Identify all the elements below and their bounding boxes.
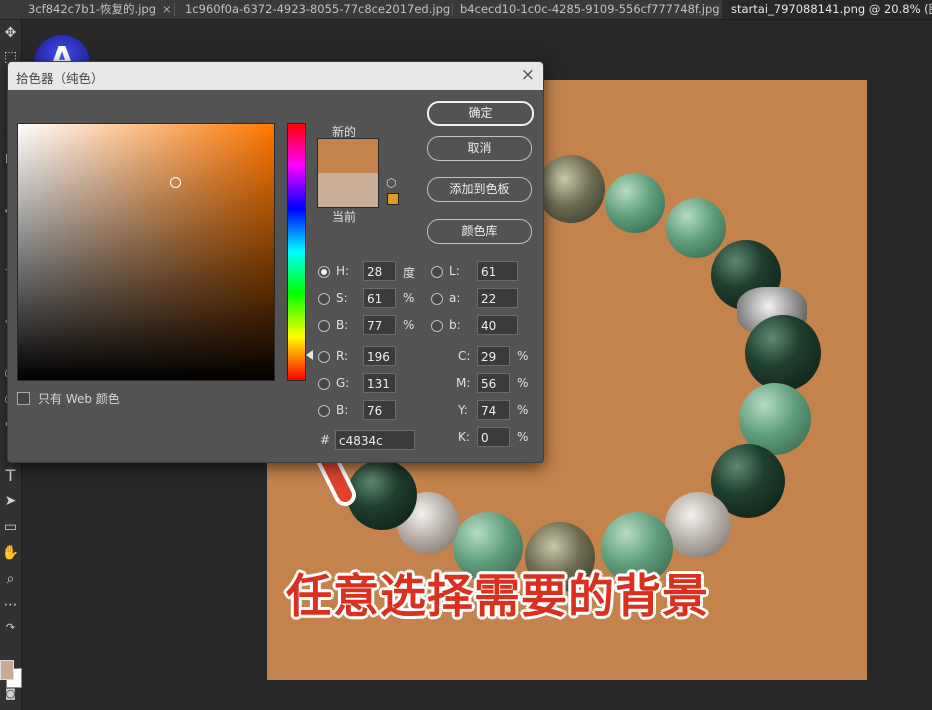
k-input[interactable]: 0: [477, 427, 510, 447]
hue-slider-handle-icon[interactable]: [306, 350, 313, 360]
h-label: H:: [336, 264, 350, 278]
radio-s[interactable]: [318, 293, 330, 305]
color-picker-dialog: 拾色器（纯色） × 只有 Web 颜色 新的 当前 ⬡ 确定 取消 添加到色板 …: [7, 61, 544, 463]
ok-button[interactable]: 确定: [427, 101, 534, 126]
a-label: a:: [449, 291, 461, 305]
rgb-b-label: B:: [336, 403, 349, 417]
lab-b-label: b:: [449, 318, 461, 332]
b-input[interactable]: 77: [363, 315, 396, 335]
rgb-b-input[interactable]: 76: [363, 400, 396, 420]
web-only-label: 只有 Web 颜色: [38, 392, 120, 406]
dialog-title: 拾色器（纯色）: [16, 71, 104, 86]
add-to-swatches-button[interactable]: 添加到色板: [427, 177, 532, 202]
a-input[interactable]: 22: [477, 288, 518, 308]
hex-input[interactable]: c4834c: [335, 430, 415, 450]
g-label: G:: [336, 376, 350, 390]
hue-slider[interactable]: [287, 123, 306, 381]
l-label: L:: [449, 264, 460, 278]
h-unit: 度: [403, 266, 416, 280]
b-unit: %: [403, 318, 415, 332]
c-label: C:: [458, 349, 471, 363]
m-label: M:: [456, 376, 471, 390]
y-unit: %: [517, 403, 529, 417]
radio-g[interactable]: [318, 378, 330, 390]
color-field-marker[interactable]: [170, 177, 181, 188]
dialog-title-bar[interactable]: 拾色器（纯色） ×: [8, 62, 543, 90]
s-input[interactable]: 61: [363, 288, 396, 308]
radio-rgb-b[interactable]: [318, 405, 330, 417]
radio-b[interactable]: [318, 320, 330, 332]
k-unit: %: [517, 430, 529, 444]
m-unit: %: [517, 376, 529, 390]
current-color-swatch[interactable]: [317, 173, 379, 208]
c-input[interactable]: 29: [477, 346, 510, 366]
b-label: B:: [336, 318, 349, 332]
s-label: S:: [336, 291, 348, 305]
m-input[interactable]: 56: [477, 373, 510, 393]
radio-h[interactable]: [318, 266, 330, 278]
gamut-warning-swatch[interactable]: [387, 193, 399, 205]
radio-l[interactable]: [431, 266, 443, 278]
color-libraries-button[interactable]: 颜色库: [427, 219, 532, 244]
close-icon[interactable]: ×: [521, 65, 535, 85]
cancel-button[interactable]: 取消: [427, 136, 532, 161]
saturation-brightness-field[interactable]: [17, 123, 275, 381]
web-safe-cube-icon[interactable]: ⬡: [386, 176, 396, 190]
k-label: K:: [458, 430, 470, 444]
y-label: Y:: [458, 403, 468, 417]
c-unit: %: [517, 349, 529, 363]
web-only-option[interactable]: 只有 Web 颜色: [17, 390, 120, 407]
annotation-caption: 任意选择需要的背景: [286, 569, 709, 623]
g-input[interactable]: 131: [363, 373, 396, 393]
hex-prefix: #: [320, 433, 331, 447]
y-input[interactable]: 74: [477, 400, 510, 420]
l-input[interactable]: 61: [477, 261, 518, 281]
s-unit: %: [403, 291, 415, 305]
radio-lab-b[interactable]: [431, 320, 443, 332]
radio-a[interactable]: [431, 293, 443, 305]
web-only-checkbox[interactable]: [17, 392, 30, 405]
current-color-label: 当前: [332, 210, 357, 224]
r-label: R:: [336, 349, 349, 363]
lab-b-input[interactable]: 40: [477, 315, 518, 335]
radio-r[interactable]: [318, 351, 330, 363]
new-color-swatch: [317, 138, 379, 173]
r-input[interactable]: 196: [363, 346, 396, 366]
h-input[interactable]: 28: [363, 261, 396, 281]
